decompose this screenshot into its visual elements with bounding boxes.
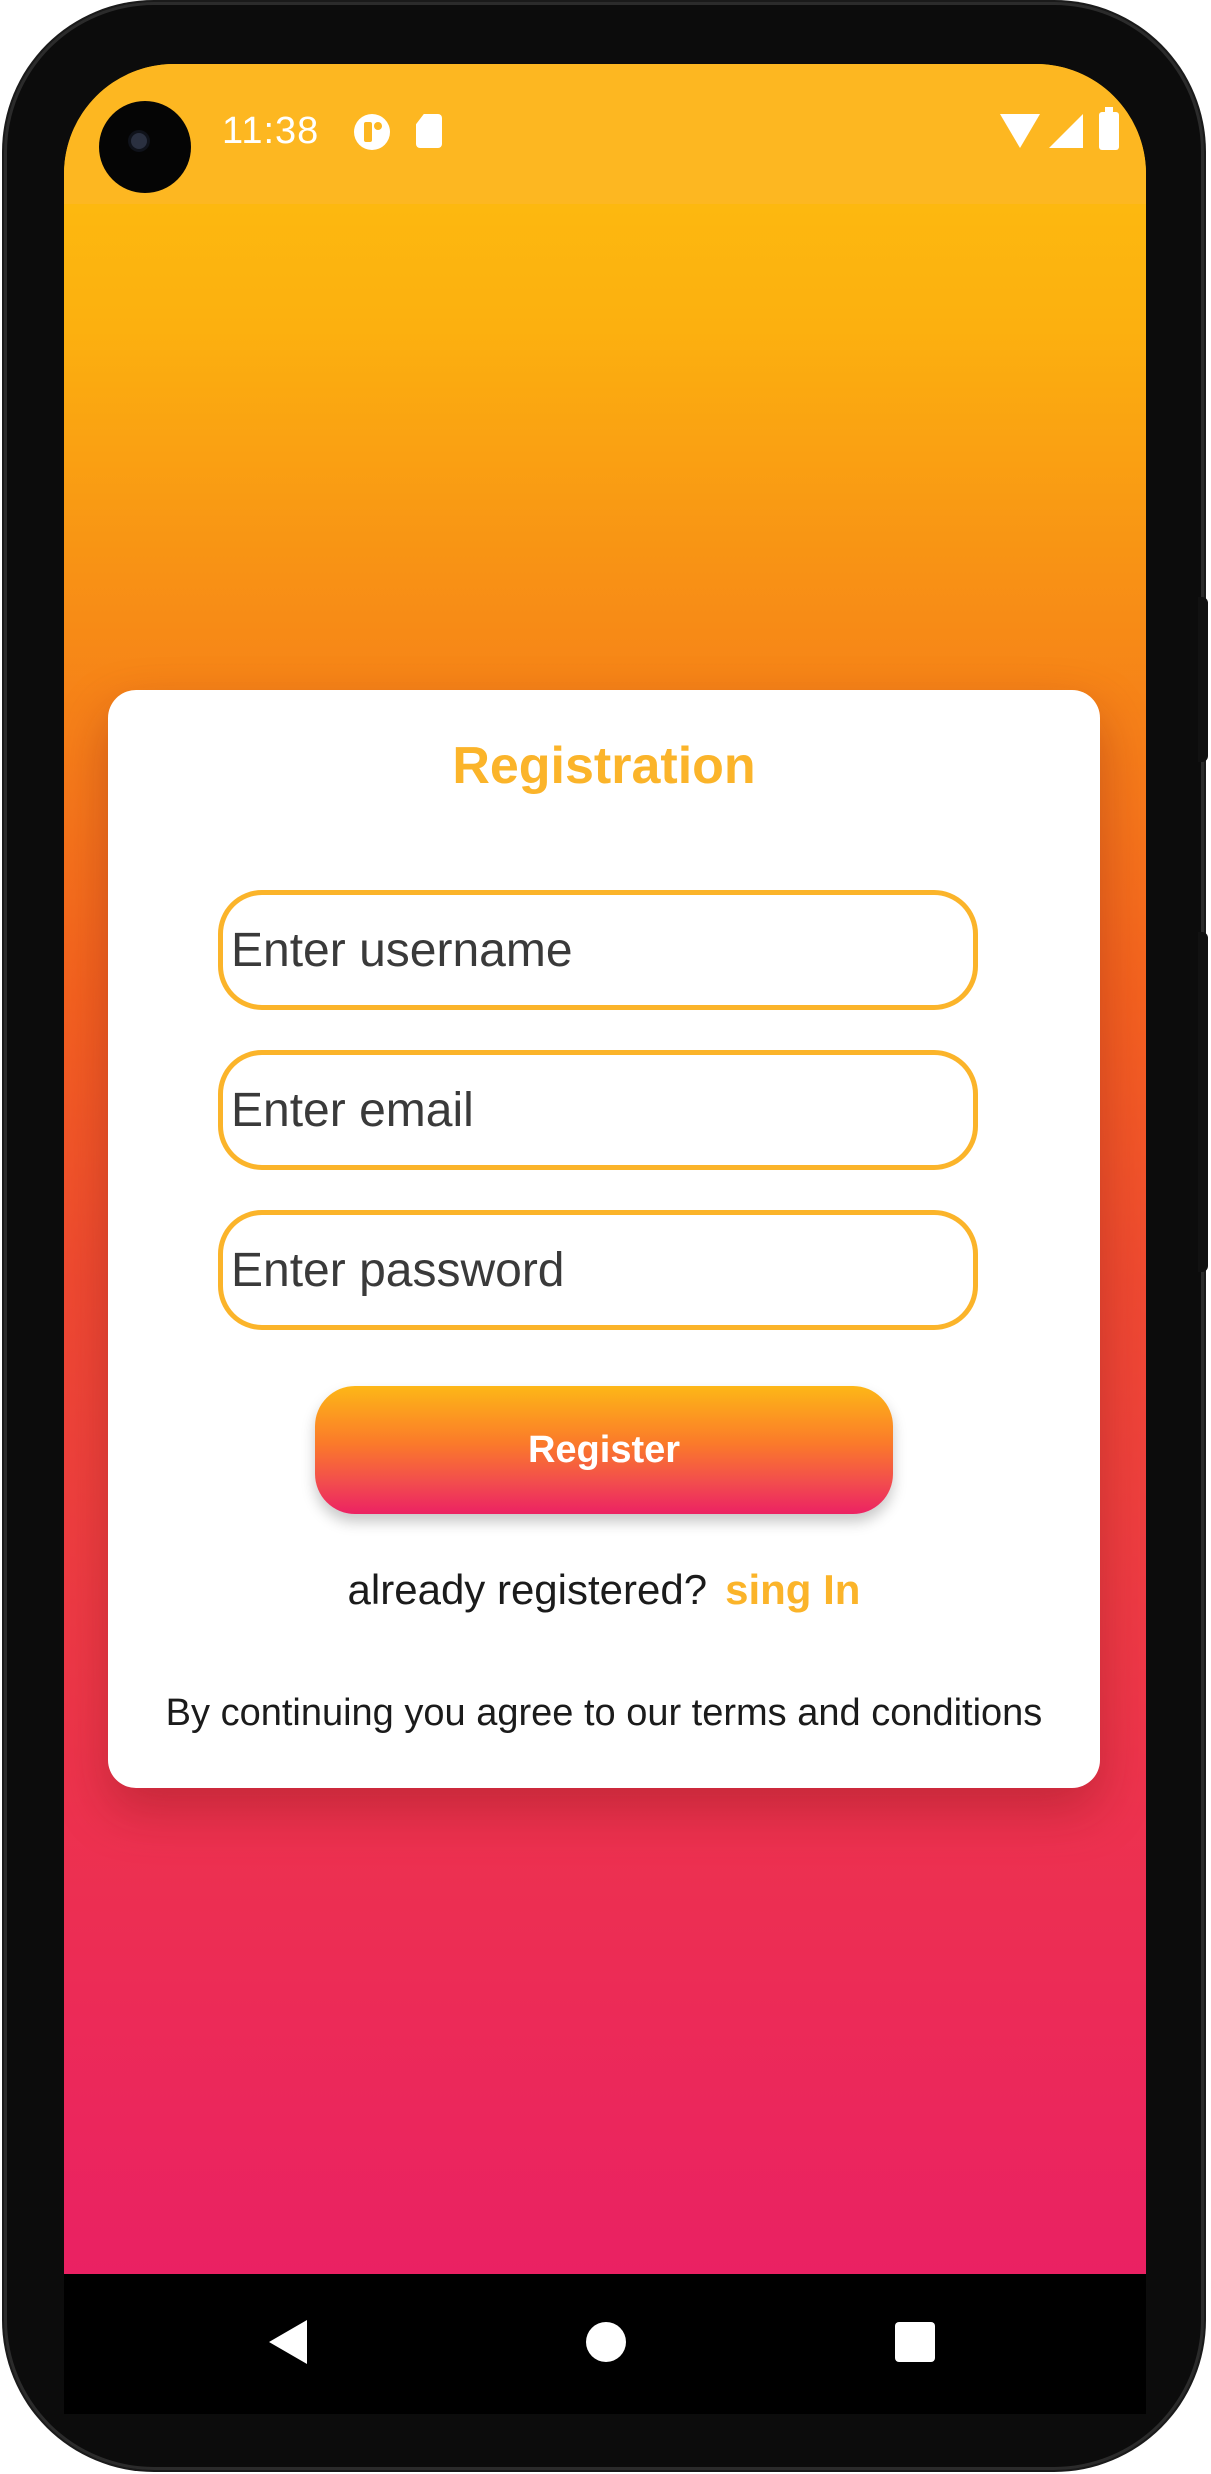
back-icon[interactable] xyxy=(269,2320,307,2364)
already-registered-text: already registered? xyxy=(347,1566,708,1613)
app-notification-icon xyxy=(354,114,390,150)
home-icon[interactable] xyxy=(586,2322,626,2362)
sign-in-link[interactable]: sing In xyxy=(725,1566,860,1613)
page-title: Registration xyxy=(452,737,756,795)
camera-cutout-icon xyxy=(99,101,191,193)
app-screen: 11:38 Registration Register already regi… xyxy=(64,64,1146,2274)
recents-icon[interactable] xyxy=(895,2322,935,2362)
power-button xyxy=(1198,597,1208,762)
terms-text: By continuing you agree to our terms and… xyxy=(165,1692,1043,1734)
navigation-bar xyxy=(64,2274,1146,2414)
status-time: 11:38 xyxy=(222,110,320,152)
battery-icon xyxy=(1099,107,1119,150)
sign-in-row: already registered? sing In xyxy=(108,1566,1100,1614)
registration-card: Registration Register already registered… xyxy=(108,690,1100,1788)
phone-frame: 11:38 Registration Register already regi… xyxy=(4,2,1208,2470)
wifi-icon xyxy=(1000,114,1040,148)
sd-card-icon xyxy=(416,114,442,148)
username-input[interactable] xyxy=(218,890,978,1010)
password-input[interactable] xyxy=(218,1210,978,1330)
email-input[interactable] xyxy=(218,1050,978,1170)
status-bar: 11:38 xyxy=(64,64,1146,204)
register-button[interactable]: Register xyxy=(315,1386,893,1514)
volume-button xyxy=(1198,932,1208,1272)
cell-signal-icon xyxy=(1049,114,1083,148)
